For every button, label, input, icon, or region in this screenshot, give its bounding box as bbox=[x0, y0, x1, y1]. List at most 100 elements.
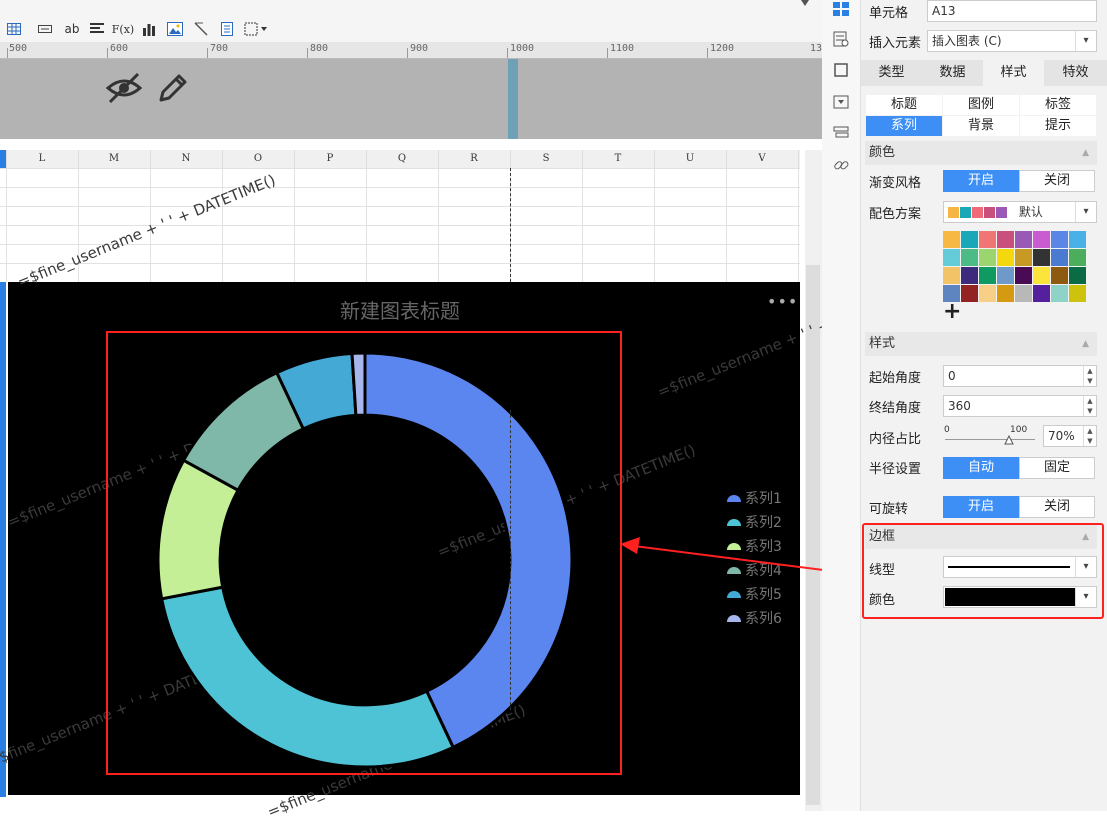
hide-eye-icon[interactable] bbox=[105, 72, 143, 107]
chart-more-icon[interactable]: ••• bbox=[767, 292, 798, 311]
palette-color[interactable] bbox=[1069, 285, 1086, 302]
cell-grid-bottom[interactable] bbox=[0, 795, 800, 811]
tab-data[interactable]: 数据 bbox=[922, 60, 983, 86]
radius-auto-button[interactable]: 自动 bbox=[943, 457, 1019, 479]
spinner-arrows-icon[interactable]: ▲ ▼ bbox=[1083, 366, 1096, 386]
insert-element-select[interactable]: 插入图表 (C) ▾ bbox=[927, 30, 1097, 52]
column-header[interactable]: V bbox=[726, 150, 799, 168]
palette-color[interactable] bbox=[1015, 249, 1032, 266]
tab-effects[interactable]: 特效 bbox=[1044, 60, 1107, 86]
palette-color[interactable] bbox=[979, 231, 996, 248]
widget-icon[interactable] bbox=[832, 93, 850, 111]
subtab-title[interactable]: 标题 bbox=[866, 95, 942, 115]
palette-color[interactable] bbox=[1069, 231, 1086, 248]
palette-color[interactable] bbox=[979, 267, 996, 284]
color-scheme-select[interactable]: 默认 ▾ bbox=[943, 201, 1097, 223]
tab-style[interactable]: 样式 bbox=[983, 60, 1044, 86]
section-style-header[interactable]: 样式 ▲ bbox=[865, 332, 1097, 356]
palette-color[interactable] bbox=[1033, 285, 1050, 302]
palette-color[interactable] bbox=[961, 285, 978, 302]
subtab-series[interactable]: 系列 bbox=[866, 116, 942, 136]
column-header[interactable]: T bbox=[582, 150, 655, 168]
palette-color[interactable] bbox=[979, 249, 996, 266]
column-header[interactable]: L bbox=[6, 150, 79, 168]
align-icon[interactable] bbox=[88, 18, 106, 40]
column-header[interactable]: Q bbox=[366, 150, 439, 168]
palette-color[interactable] bbox=[997, 285, 1014, 302]
add-color-icon[interactable]: + bbox=[943, 301, 961, 323]
edit-pencil-icon[interactable] bbox=[157, 72, 189, 107]
palette-color[interactable] bbox=[961, 267, 978, 284]
rotatable-off-button[interactable]: 关闭 bbox=[1019, 496, 1095, 518]
spinner-arrows-icon[interactable]: ▲ ▼ bbox=[1083, 426, 1096, 446]
palette-color[interactable] bbox=[1033, 249, 1050, 266]
chevron-down-icon[interactable]: ▾ bbox=[1075, 202, 1096, 222]
palette-color[interactable] bbox=[943, 267, 960, 284]
image-icon[interactable] bbox=[166, 18, 184, 40]
gradient-on-button[interactable]: 开启 bbox=[943, 170, 1019, 192]
palette-color[interactable] bbox=[1069, 267, 1086, 284]
text-ab-button[interactable]: ab bbox=[62, 18, 82, 40]
column-header[interactable]: R bbox=[438, 150, 511, 168]
column-header[interactable]: N bbox=[150, 150, 223, 168]
palette-color[interactable] bbox=[979, 285, 996, 302]
chart-title[interactable]: 新建图表标题 bbox=[300, 295, 500, 324]
end-angle-input[interactable]: 360 ▲ ▼ bbox=[943, 395, 1097, 417]
column-header[interactable]: M bbox=[78, 150, 151, 168]
palette-color[interactable] bbox=[943, 249, 960, 266]
legend-item[interactable]: 系列1 bbox=[727, 488, 782, 508]
palette-color[interactable] bbox=[1051, 231, 1068, 248]
form-icon[interactable] bbox=[218, 18, 236, 40]
formula-button[interactable]: F(x) bbox=[112, 18, 134, 40]
palette-color[interactable] bbox=[1051, 267, 1068, 284]
legend-item[interactable]: 系列6 bbox=[727, 608, 782, 628]
legend-item[interactable]: 系列2 bbox=[727, 512, 782, 532]
palette-color[interactable] bbox=[961, 249, 978, 266]
palette-color[interactable] bbox=[1069, 249, 1086, 266]
palette-color[interactable] bbox=[997, 249, 1014, 266]
slider-handle-icon[interactable] bbox=[1004, 434, 1014, 448]
column-header[interactable]: U bbox=[654, 150, 727, 168]
palette-color[interactable] bbox=[1015, 231, 1032, 248]
legend-item[interactable]: 系列5 bbox=[727, 584, 782, 604]
palette-color[interactable] bbox=[1015, 267, 1032, 284]
column-header[interactable]: O bbox=[222, 150, 295, 168]
cell-field[interactable]: A13 bbox=[927, 0, 1097, 22]
pin-icon[interactable] bbox=[796, 0, 814, 10]
collapse-icon[interactable]: ▲ bbox=[1082, 332, 1089, 356]
table-icon[interactable] bbox=[5, 18, 23, 40]
palette-color[interactable] bbox=[997, 267, 1014, 284]
subtab-tooltip[interactable]: 提示 bbox=[1020, 116, 1096, 136]
start-angle-input[interactable]: 0 ▲ ▼ bbox=[943, 365, 1097, 387]
tab-type[interactable]: 类型 bbox=[861, 60, 922, 86]
frame-icon[interactable] bbox=[832, 61, 850, 79]
inner-radius-slider-track[interactable] bbox=[945, 439, 1035, 440]
link-icon[interactable] bbox=[832, 156, 850, 174]
palette-color[interactable] bbox=[1033, 231, 1050, 248]
subtab-legend[interactable]: 图例 bbox=[943, 95, 1019, 115]
slash-icon[interactable] bbox=[192, 18, 210, 40]
subtab-label[interactable]: 标签 bbox=[1020, 95, 1096, 115]
palette-color[interactable] bbox=[1015, 285, 1032, 302]
chevron-down-icon[interactable]: ▾ bbox=[1075, 31, 1096, 51]
gradient-off-button[interactable]: 关闭 bbox=[1019, 170, 1095, 192]
palette-color[interactable] bbox=[1033, 267, 1050, 284]
palette-color[interactable] bbox=[1051, 249, 1068, 266]
section-color-header[interactable]: 颜色 ▲ bbox=[865, 141, 1097, 165]
bar-chart-icon[interactable] bbox=[140, 18, 158, 40]
palette-color[interactable] bbox=[1051, 285, 1068, 302]
layers-icon[interactable] bbox=[832, 124, 850, 142]
spinner-arrows-icon[interactable]: ▲ ▼ bbox=[1083, 396, 1096, 416]
sheet-settings-icon[interactable] bbox=[832, 30, 850, 48]
cell-grid[interactable] bbox=[0, 168, 800, 282]
palette-color[interactable] bbox=[997, 231, 1014, 248]
cell-properties-icon[interactable] bbox=[832, 0, 850, 18]
palette-color[interactable] bbox=[943, 231, 960, 248]
subtab-background[interactable]: 背景 bbox=[943, 116, 1019, 136]
radius-fixed-button[interactable]: 固定 bbox=[1019, 457, 1095, 479]
palette-color[interactable] bbox=[961, 231, 978, 248]
column-header[interactable]: S bbox=[510, 150, 583, 168]
collapse-icon[interactable]: ▲ bbox=[1082, 141, 1089, 165]
textbox-icon[interactable] bbox=[36, 18, 54, 40]
column-header[interactable]: P bbox=[294, 150, 367, 168]
